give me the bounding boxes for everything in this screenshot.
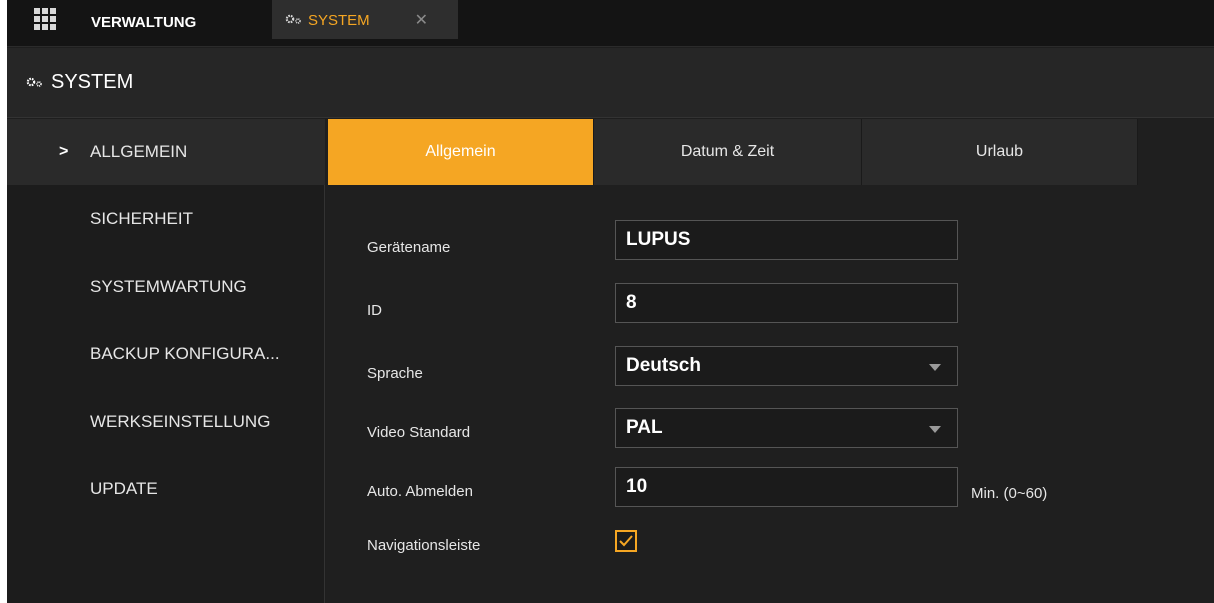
geraetename-label: Gerätename xyxy=(367,239,451,256)
video-standard-label: Video Standard xyxy=(367,424,471,441)
auto-abmelden-field[interactable]: 10 xyxy=(615,467,958,507)
top-tab-bar: VERWALTUNG SYSTEM ✕ xyxy=(7,0,1214,47)
sprache-value: Deutsch xyxy=(626,355,701,376)
sidebar-item-label: UPDATE xyxy=(90,479,158,498)
sidebar-item-label: ALLGEMEIN xyxy=(90,142,188,161)
sidebar-item-label: BACKUP KONFIGURA... xyxy=(90,344,280,363)
sprache-label: Sprache xyxy=(367,365,423,382)
sidebar-item-update[interactable]: UPDATE xyxy=(7,449,325,515)
page-title: SYSTEM xyxy=(25,71,133,94)
geraetename-field[interactable]: LUPUS xyxy=(615,220,958,260)
navigationsleiste-label: Navigationsleiste xyxy=(367,537,481,554)
tab-allgemein[interactable]: Allgemein xyxy=(328,119,594,185)
sidebar-item-label: WERKSEINSTELLUNG xyxy=(90,412,271,431)
video-standard-value: PAL xyxy=(626,417,663,438)
auto-abmelden-unit: Min. (0~60) xyxy=(971,485,1048,502)
grid-icon[interactable] xyxy=(34,8,56,30)
tab-verwaltung[interactable]: VERWALTUNG xyxy=(91,8,196,38)
content-panel: Allgemein Datum & Zeit Urlaub Gerätename… xyxy=(326,119,1214,603)
video-standard-select[interactable]: PAL xyxy=(615,408,958,448)
tab-urlaub[interactable]: Urlaub xyxy=(862,119,1138,185)
id-label: ID xyxy=(367,302,382,319)
sprache-select[interactable]: Deutsch xyxy=(615,346,958,386)
sidebar-item-systemwartung[interactable]: SYSTEMWARTUNG xyxy=(7,251,325,317)
tab-datum-zeit[interactable]: Datum & Zeit xyxy=(594,119,862,185)
chevron-down-icon xyxy=(929,364,941,371)
sidebar-item-allgemein[interactable]: > ALLGEMEIN xyxy=(7,119,325,185)
navigationsleiste-checkbox[interactable] xyxy=(615,530,637,552)
sidebar: > ALLGEMEIN SICHERHEIT SYSTEMWARTUNG BAC… xyxy=(7,119,325,603)
sidebar-item-sicherheit[interactable]: SICHERHEIT xyxy=(7,185,325,251)
app-window: VERWALTUNG SYSTEM ✕ SYSTEM > ALLGEMEIN S… xyxy=(7,0,1214,603)
sidebar-item-label: SICHERHEIT xyxy=(90,209,193,228)
checkmark-icon xyxy=(619,535,633,547)
sidebar-item-backup-konfiguration[interactable]: BACKUP KONFIGURA... xyxy=(7,317,325,383)
gear-icon xyxy=(284,0,302,42)
chevron-right-icon: > xyxy=(59,143,69,160)
auto-abmelden-label: Auto. Abmelden xyxy=(367,483,473,500)
tab-system-label: SYSTEM xyxy=(308,12,370,29)
tab-system[interactable]: SYSTEM ✕ xyxy=(272,0,458,39)
page-title-text: SYSTEM xyxy=(51,71,134,93)
close-icon[interactable]: ✕ xyxy=(415,0,428,42)
id-field[interactable]: 8 xyxy=(615,283,958,323)
sidebar-item-werkseinstellung[interactable]: WERKSEINSTELLUNG xyxy=(7,383,325,449)
gear-icon xyxy=(25,71,43,94)
sidebar-item-label: SYSTEMWARTUNG xyxy=(90,277,247,296)
page-header: SYSTEM xyxy=(7,48,1214,118)
chevron-down-icon xyxy=(929,426,941,433)
